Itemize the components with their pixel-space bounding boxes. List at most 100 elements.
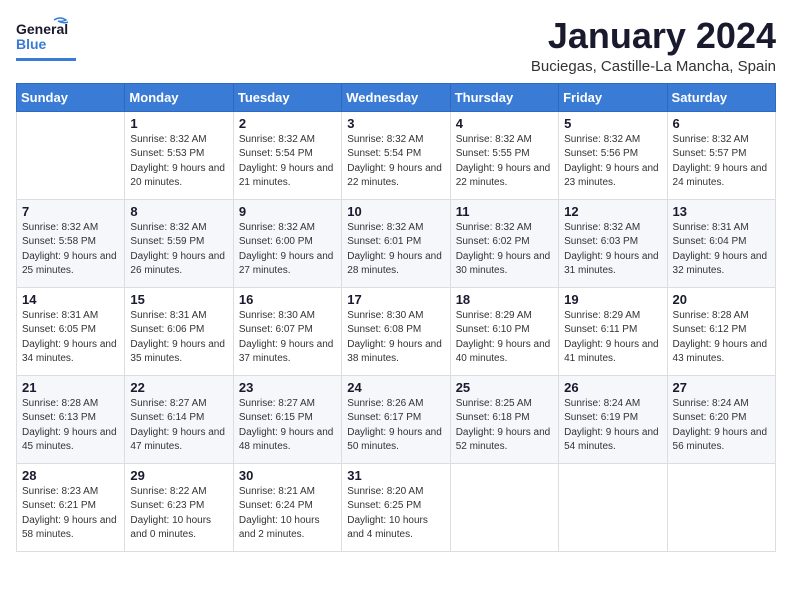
calendar-cell: 31 Sunrise: 8:20 AMSunset: 6:25 PMDayligh…: [342, 463, 450, 551]
logo-icon: General Blue: [16, 16, 68, 56]
weekday-header-sunday: Sunday: [17, 83, 125, 111]
calendar-cell: [450, 463, 558, 551]
day-number: 3: [347, 116, 444, 131]
day-number: 17: [347, 292, 444, 307]
day-number: 25: [456, 380, 553, 395]
calendar-cell: 26Sunrise: 8:24 AMSunset: 6:19 PMDayligh…: [559, 375, 667, 463]
day-number: 4: [456, 116, 553, 131]
calendar-week-row: 1 Sunrise: 8:32 AMSunset: 5:53 PMDaylight…: [17, 111, 776, 199]
day-number: 9: [239, 204, 336, 219]
day-info: Sunrise: 8:21 AMSunset: 6:24 PMDaylight:…: [239, 485, 336, 543]
weekday-header-thursday: Thursday: [450, 83, 558, 111]
calendar-cell: 24Sunrise: 8:26 AMSunset: 6:17 PMDayligh…: [342, 375, 450, 463]
calendar-cell: [17, 111, 125, 199]
day-number: 7: [22, 204, 119, 219]
title-block: January 2024 Buciegas, Castille-La Manch…: [531, 16, 776, 75]
day-info: Sunrise: 8:32 AMSunset: 6:01 PMDaylight:…: [347, 221, 444, 279]
page-header: General Blue January 2024 Buciegas, Cast…: [16, 16, 776, 75]
day-number: 5: [564, 116, 661, 131]
calendar-cell: 21Sunrise: 8:28 AMSunset: 6:13 PMDayligh…: [17, 375, 125, 463]
day-number: 31: [347, 468, 444, 483]
day-info: Sunrise: 8:32 AMSunset: 6:00 PMDaylight:…: [239, 221, 336, 279]
calendar-cell: 2 Sunrise: 8:32 AMSunset: 5:54 PMDaylight…: [233, 111, 341, 199]
day-info: Sunrise: 8:20 AMSunset: 6:25 PMDaylight:…: [347, 485, 444, 543]
day-info: Sunrise: 8:32 AMSunset: 5:53 PMDaylight:…: [130, 133, 227, 191]
day-number: 22: [130, 380, 227, 395]
month-title: January 2024: [531, 16, 776, 56]
day-info: Sunrise: 8:29 AMSunset: 6:10 PMDaylight:…: [456, 309, 553, 367]
day-info: Sunrise: 8:24 AMSunset: 6:19 PMDaylight:…: [564, 397, 661, 455]
day-number: 29: [130, 468, 227, 483]
day-number: 11: [456, 204, 553, 219]
day-number: 16: [239, 292, 336, 307]
weekday-header-tuesday: Tuesday: [233, 83, 341, 111]
day-number: 15: [130, 292, 227, 307]
calendar-cell: 11Sunrise: 8:32 AMSunset: 6:02 PMDayligh…: [450, 199, 558, 287]
weekday-header-wednesday: Wednesday: [342, 83, 450, 111]
day-info: Sunrise: 8:31 AMSunset: 6:05 PMDaylight:…: [22, 309, 119, 367]
day-info: Sunrise: 8:26 AMSunset: 6:17 PMDaylight:…: [347, 397, 444, 455]
calendar-cell: [559, 463, 667, 551]
day-info: Sunrise: 8:32 AMSunset: 5:56 PMDaylight:…: [564, 133, 661, 191]
calendar-cell: 14Sunrise: 8:31 AMSunset: 6:05 PMDayligh…: [17, 287, 125, 375]
day-number: 1: [130, 116, 227, 131]
day-number: 27: [673, 380, 770, 395]
svg-text:General: General: [16, 21, 68, 37]
calendar-cell: [667, 463, 775, 551]
day-info: Sunrise: 8:28 AMSunset: 6:12 PMDaylight:…: [673, 309, 770, 367]
calendar-week-row: 28Sunrise: 8:23 AMSunset: 6:21 PMDayligh…: [17, 463, 776, 551]
calendar-cell: 20Sunrise: 8:28 AMSunset: 6:12 PMDayligh…: [667, 287, 775, 375]
day-info: Sunrise: 8:29 AMSunset: 6:11 PMDaylight:…: [564, 309, 661, 367]
calendar-cell: 13Sunrise: 8:31 AMSunset: 6:04 PMDayligh…: [667, 199, 775, 287]
calendar-cell: 27 Sunrise: 8:24 AMSunset: 6:20 PMDayligh…: [667, 375, 775, 463]
calendar-cell: 12Sunrise: 8:32 AMSunset: 6:03 PMDayligh…: [559, 199, 667, 287]
calendar-cell: 28Sunrise: 8:23 AMSunset: 6:21 PMDayligh…: [17, 463, 125, 551]
calendar-cell: 18 Sunrise: 8:29 AMSunset: 6:10 PMDayligh…: [450, 287, 558, 375]
calendar-cell: 6 Sunrise: 8:32 AMSunset: 5:57 PMDaylight…: [667, 111, 775, 199]
weekday-header-saturday: Saturday: [667, 83, 775, 111]
day-number: 18: [456, 292, 553, 307]
day-info: Sunrise: 8:24 AMSunset: 6:20 PMDaylight:…: [673, 397, 770, 455]
day-info: Sunrise: 8:22 AMSunset: 6:23 PMDaylight:…: [130, 485, 227, 543]
day-info: Sunrise: 8:27 AMSunset: 6:14 PMDaylight:…: [130, 397, 227, 455]
day-number: 21: [22, 380, 119, 395]
calendar-cell: 30 Sunrise: 8:21 AMSunset: 6:24 PMDayligh…: [233, 463, 341, 551]
calendar-cell: 5 Sunrise: 8:32 AMSunset: 5:56 PMDaylight…: [559, 111, 667, 199]
day-number: 6: [673, 116, 770, 131]
calendar-cell: 4 Sunrise: 8:32 AMSunset: 5:55 PMDaylight…: [450, 111, 558, 199]
day-info: Sunrise: 8:32 AMSunset: 5:54 PMDaylight:…: [239, 133, 336, 191]
calendar-cell: 10 Sunrise: 8:32 AMSunset: 6:01 PMDayligh…: [342, 199, 450, 287]
day-info: Sunrise: 8:23 AMSunset: 6:21 PMDaylight:…: [22, 485, 119, 543]
logo-underline: [16, 58, 76, 61]
weekday-header-friday: Friday: [559, 83, 667, 111]
calendar-cell: 7 Sunrise: 8:32 AMSunset: 5:58 PMDaylight…: [17, 199, 125, 287]
calendar-cell: 16 Sunrise: 8:30 AMSunset: 6:07 PMDayligh…: [233, 287, 341, 375]
calendar-cell: 1 Sunrise: 8:32 AMSunset: 5:53 PMDaylight…: [125, 111, 233, 199]
day-info: Sunrise: 8:32 AMSunset: 5:55 PMDaylight:…: [456, 133, 553, 191]
day-number: 13: [673, 204, 770, 219]
day-number: 10: [347, 204, 444, 219]
day-info: Sunrise: 8:30 AMSunset: 6:07 PMDaylight:…: [239, 309, 336, 367]
day-info: Sunrise: 8:32 AMSunset: 5:57 PMDaylight:…: [673, 133, 770, 191]
day-number: 30: [239, 468, 336, 483]
day-info: Sunrise: 8:30 AMSunset: 6:08 PMDaylight:…: [347, 309, 444, 367]
calendar-cell: 25 Sunrise: 8:25 AMSunset: 6:18 PMDayligh…: [450, 375, 558, 463]
day-number: 23: [239, 380, 336, 395]
day-number: 12: [564, 204, 661, 219]
day-info: Sunrise: 8:32 AMSunset: 5:58 PMDaylight:…: [22, 221, 119, 279]
day-info: Sunrise: 8:32 AMSunset: 5:59 PMDaylight:…: [130, 221, 227, 279]
day-info: Sunrise: 8:31 AMSunset: 6:06 PMDaylight:…: [130, 309, 227, 367]
day-info: Sunrise: 8:25 AMSunset: 6:18 PMDaylight:…: [456, 397, 553, 455]
day-info: Sunrise: 8:27 AMSunset: 6:15 PMDaylight:…: [239, 397, 336, 455]
calendar-cell: 15 Sunrise: 8:31 AMSunset: 6:06 PMDayligh…: [125, 287, 233, 375]
day-number: 8: [130, 204, 227, 219]
calendar-week-row: 21Sunrise: 8:28 AMSunset: 6:13 PMDayligh…: [17, 375, 776, 463]
calendar-week-row: 7 Sunrise: 8:32 AMSunset: 5:58 PMDaylight…: [17, 199, 776, 287]
weekday-header-monday: Monday: [125, 83, 233, 111]
svg-text:Blue: Blue: [16, 36, 47, 52]
day-number: 2: [239, 116, 336, 131]
calendar-cell: 8 Sunrise: 8:32 AMSunset: 5:59 PMDaylight…: [125, 199, 233, 287]
logo: General Blue: [16, 16, 76, 61]
calendar-cell: 22 Sunrise: 8:27 AMSunset: 6:14 PMDayligh…: [125, 375, 233, 463]
calendar-cell: 29 Sunrise: 8:22 AMSunset: 6:23 PMDayligh…: [125, 463, 233, 551]
